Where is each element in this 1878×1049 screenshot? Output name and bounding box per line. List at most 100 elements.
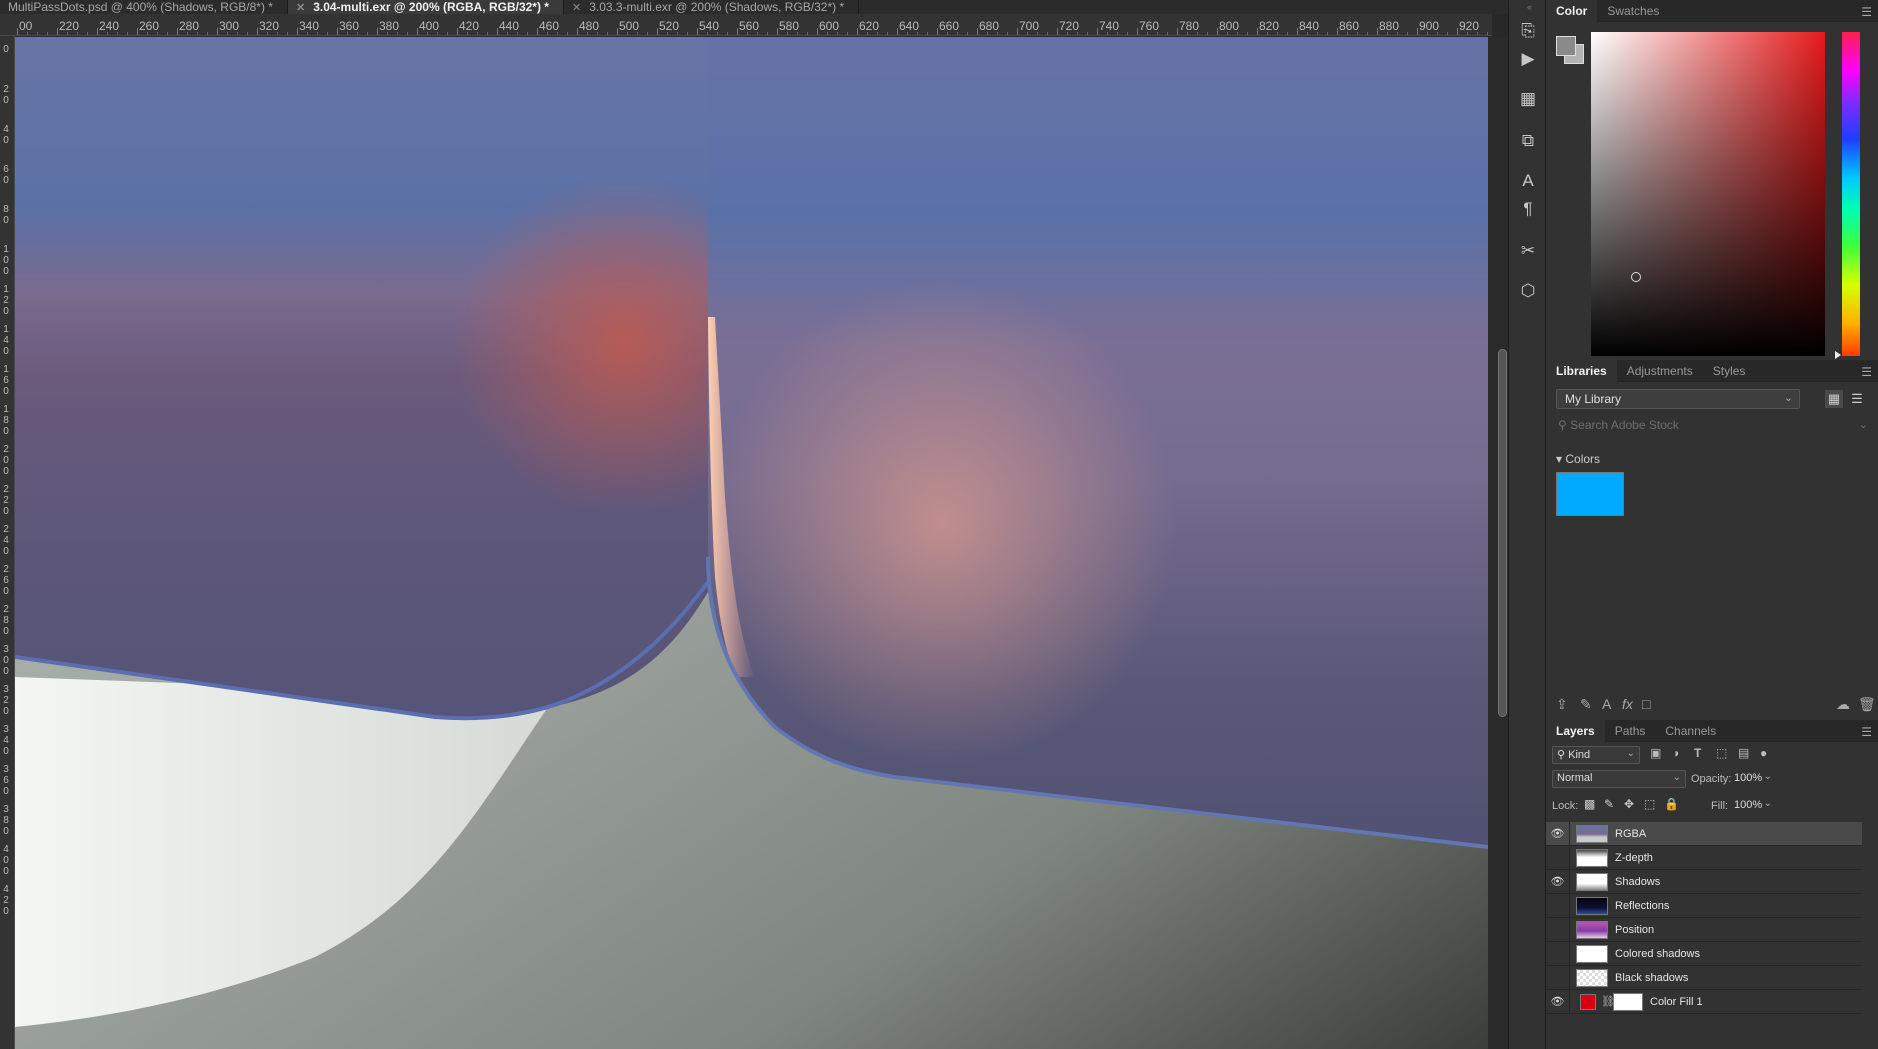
visibility-toggle[interactable]: 👁 (1546, 989, 1570, 1014)
visibility-toggle[interactable]: 👁 (1546, 869, 1570, 894)
filter-toggle-icon[interactable]: ● (1760, 746, 1767, 760)
visibility-toggle[interactable] (1546, 941, 1570, 966)
document-canvas[interactable] (15, 37, 1488, 1049)
layer-row[interactable]: Position (1546, 917, 1862, 942)
adjustment-filter-icon[interactable]: ◑ (1672, 746, 1679, 760)
layer-row[interactable]: Reflections (1546, 893, 1862, 918)
layer-thumbnail[interactable] (1576, 872, 1608, 891)
document-tab[interactable]: MultiPassDots.psd @ 400% (Shadows, RGB/8… (0, 0, 288, 14)
hue-slider[interactable] (1842, 32, 1860, 356)
layer-row[interactable]: Colored shadows (1546, 941, 1862, 966)
layer-row[interactable]: Black shadows (1546, 965, 1862, 990)
tool-presets-icon[interactable]: ✂ (1517, 240, 1539, 262)
pixel-filter-icon[interactable]: ▣ (1650, 746, 1661, 760)
ruler-minor-tick (1387, 32, 1388, 35)
close-icon[interactable]: ✕ (296, 1, 305, 14)
tab-channels[interactable]: Channels (1655, 720, 1726, 742)
chevron-down-icon[interactable]: ⌄ (1764, 771, 1772, 782)
tab-swatches[interactable]: Swatches (1597, 0, 1669, 22)
blend-mode-select[interactable]: Normal ⌄ (1552, 770, 1686, 788)
tab-paths[interactable]: Paths (1605, 720, 1656, 742)
lock-transparency-icon[interactable]: ▩ (1584, 797, 1595, 811)
smart-object-filter-icon[interactable]: ▤ (1738, 746, 1749, 760)
layer-mask-thumbnail[interactable] (1613, 992, 1643, 1011)
library-color-swatch[interactable] (1556, 472, 1624, 516)
fill-field[interactable]: 100% ⌄ (1732, 797, 1776, 815)
clone-source-icon[interactable]: ⧉ (1517, 130, 1539, 152)
character-icon[interactable]: A (1517, 170, 1539, 192)
lock-all-icon[interactable]: 🔒 (1664, 797, 1679, 811)
properties-icon[interactable]: ▦ (1517, 88, 1539, 110)
visibility-toggle[interactable] (1546, 965, 1570, 990)
tab-color[interactable]: Color (1546, 0, 1598, 22)
type-filter-icon[interactable]: T (1694, 746, 1701, 760)
history-icon[interactable]: ⎘ (1517, 20, 1539, 42)
tab-layers[interactable]: Layers (1546, 719, 1605, 742)
shape-filter-icon[interactable]: ⬚ (1716, 746, 1727, 760)
layer-row[interactable]: 👁 Shadows (1546, 869, 1862, 894)
chevron-down-icon[interactable]: ⌄ (1764, 798, 1772, 809)
layer-thumbnail[interactable] (1576, 920, 1608, 939)
color-picker-cursor[interactable] (1631, 272, 1641, 282)
collapse-icon[interactable]: « (1527, 2, 1532, 12)
stock-search[interactable]: ⚲ Search Adobe Stock ⌄ (1554, 416, 1870, 436)
layer-row[interactable]: Z-depth (1546, 845, 1862, 870)
library-select[interactable]: My Library ⌄ (1556, 389, 1800, 409)
list-view-icon[interactable]: ☰ (1848, 390, 1866, 408)
document-tab[interactable]: ✕ 3.03.3-multi.exr @ 200% (Shadows, RGB/… (564, 0, 860, 14)
add-color-icon[interactable]: □ (1642, 696, 1650, 712)
chevron-down-icon[interactable]: ⌄ (1859, 418, 1868, 431)
opacity-field[interactable]: 100% ⌄ (1732, 770, 1776, 788)
tab-libraries[interactable]: Libraries (1546, 359, 1617, 382)
3d-icon[interactable]: ⬡ (1517, 280, 1539, 302)
document-tab-label: 3.03.3-multi.exr @ 200% (Shadows, RGB/32… (589, 0, 845, 14)
tab-adjustments[interactable]: Adjustments (1617, 360, 1703, 382)
color-picker-field[interactable] (1591, 32, 1825, 356)
visibility-toggle[interactable]: 👁 (1546, 821, 1570, 846)
layer-thumbnail[interactable] (1576, 944, 1608, 963)
panel-menu-icon[interactable]: ☰ (1861, 365, 1872, 379)
layer-row[interactable]: 👁 ⛓ Color Fill 1 (1546, 989, 1862, 1014)
vertical-ruler[interactable]: 0 20 40 60 80 100 120 140 160 180 200 220 240 260 280 3… (0, 36, 15, 1049)
scrollbar-thumb[interactable] (1498, 349, 1507, 717)
colors-section-header[interactable]: ▾ Colors (1556, 452, 1600, 466)
visibility-toggle[interactable] (1546, 893, 1570, 918)
foreground-color-swatch[interactable] (1556, 36, 1576, 56)
ruler-label: 600 (819, 19, 840, 33)
panel-menu-icon[interactable]: ☰ (1861, 5, 1872, 19)
upload-icon[interactable]: ⇪ (1556, 696, 1568, 713)
ruler-minor-tick (1157, 32, 1158, 35)
vertical-scrollbar[interactable] (1488, 37, 1508, 1049)
fill-color-thumbnail[interactable] (1580, 993, 1596, 1010)
hue-slider-marker[interactable] (1835, 351, 1841, 359)
ruler-label: 340 (3, 724, 9, 757)
add-layer-style-icon[interactable]: fx (1622, 696, 1633, 712)
lock-artboard-icon[interactable]: ⬚ (1644, 797, 1655, 811)
layer-thumbnail[interactable] (1576, 824, 1608, 843)
ruler-minor-tick (597, 32, 598, 35)
horizontal-ruler[interactable]: 00 220 240 260 280 300 320 340 360 380 400 420 440 46… (0, 14, 1492, 36)
layer-row[interactable]: 👁 RGBA (1546, 821, 1862, 846)
creative-cloud-icon[interactable]: ☁ (1836, 696, 1850, 713)
layer-thumbnail[interactable] (1576, 896, 1608, 915)
play-actions-icon[interactable]: ▶ (1517, 48, 1539, 70)
visibility-toggle[interactable] (1546, 917, 1570, 942)
trash-icon[interactable]: 🗑 (1858, 696, 1876, 713)
visibility-toggle[interactable] (1546, 845, 1570, 870)
close-icon[interactable]: ✕ (572, 1, 581, 14)
layer-thumbnail[interactable] (1576, 848, 1608, 867)
add-character-style-icon[interactable]: A (1602, 696, 1611, 712)
lock-position-icon[interactable]: ✥ (1624, 797, 1634, 811)
tab-styles[interactable]: Styles (1703, 360, 1756, 382)
grid-view-icon[interactable]: ▦ (1825, 390, 1843, 408)
add-graphic-icon[interactable]: ✎ (1580, 696, 1592, 713)
panel-menu-icon[interactable]: ☰ (1861, 725, 1872, 739)
chain-link-icon[interactable]: ⛓ (1601, 995, 1615, 1008)
layer-thumbnail[interactable] (1576, 968, 1608, 987)
ruler-minor-tick (317, 32, 318, 35)
ruler-label: 420 (459, 19, 480, 33)
document-tab-active[interactable]: ✕ 3.04-multi.exr @ 200% (RGBA, RGB/32*) … (287, 0, 564, 14)
lock-image-icon[interactable]: ✎ (1604, 797, 1614, 811)
layer-filter-select[interactable]: ⚲ Kind ⌄ (1552, 746, 1640, 764)
paragraph-icon[interactable]: ¶ (1517, 198, 1539, 220)
